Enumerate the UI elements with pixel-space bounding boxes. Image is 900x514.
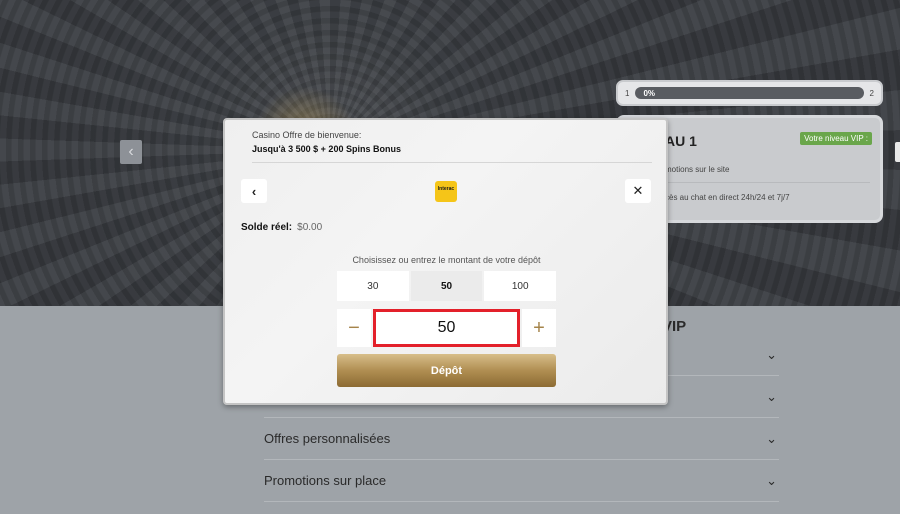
chevron-down-icon: ⌄ [766, 346, 777, 362]
decrement-button[interactable]: − [337, 309, 371, 347]
vip-progress-bar: 1 0% 2 [616, 80, 883, 106]
deposit-button[interactable]: Dépôt [337, 354, 556, 387]
chevron-left-icon: ‹ [251, 183, 257, 199]
accordion-label: Offres personnalisées [264, 431, 391, 446]
vip-perk-2: cès au chat en direct 24h/24 et 7j/7 [665, 193, 790, 202]
vip-level-badge: Votre niveau VIP : [800, 132, 872, 145]
chevron-left-icon: ‹ [128, 143, 134, 160]
deposit-prompt: Choisissez ou entrez le montant de votre… [352, 255, 541, 265]
balance-row: Solde réel: $0.00 [241, 222, 322, 233]
hero-next-button[interactable] [895, 142, 900, 162]
plus-icon: + [533, 316, 545, 339]
vip-level-title: AU 1 [665, 133, 697, 149]
vip-progress-percent: 0% [643, 88, 656, 98]
vip-perk-1: motions sur le site [665, 165, 730, 174]
back-button[interactable]: ‹ [241, 179, 267, 203]
increment-button[interactable]: + [522, 309, 556, 347]
accordion-label: Promotions sur place [264, 473, 387, 488]
chevron-down-icon: ⌄ [766, 388, 777, 404]
accordion-item-promotions[interactable]: Promotions sur place ⌄ [264, 460, 779, 502]
balance-value: $0.00 [297, 222, 323, 233]
preset-amounts: 30 50 100 [337, 271, 557, 301]
minus-icon: − [348, 316, 360, 339]
vip-progress-start: 1 [625, 88, 630, 98]
close-icon: ✕ [632, 183, 644, 198]
offer-label: Casino Offre de bienvenue: [252, 130, 362, 140]
preset-30-button[interactable]: 30 [337, 271, 409, 301]
offer-value: Jusqu'à 3 500 $ + 200 Spins Bonus [252, 144, 401, 154]
deposit-modal: Casino Offre de bienvenue: Jusqu'à 3 500… [223, 118, 668, 405]
interac-logo-icon: Interac [435, 181, 457, 202]
vip-progress-end: 2 [869, 88, 874, 98]
accordion-item-offres[interactable]: Offres personnalisées ⌄ [264, 418, 779, 460]
chevron-down-icon: ⌄ [766, 472, 777, 488]
preset-50-button[interactable]: 50 [410, 271, 483, 301]
vip-progress-fill: 0% [635, 87, 864, 99]
divider [665, 182, 870, 183]
close-button[interactable]: ✕ [625, 179, 651, 203]
amount-input[interactable]: 50 [373, 309, 520, 347]
hero-prev-button[interactable]: ‹ [120, 140, 142, 164]
amount-stepper: − 50 + [337, 309, 556, 347]
offer-header: Casino Offre de bienvenue: Jusqu'à 3 500… [252, 130, 652, 163]
preset-100-button[interactable]: 100 [484, 271, 557, 301]
balance-label: Solde réel: [241, 222, 293, 233]
chevron-down-icon: ⌄ [766, 430, 777, 446]
